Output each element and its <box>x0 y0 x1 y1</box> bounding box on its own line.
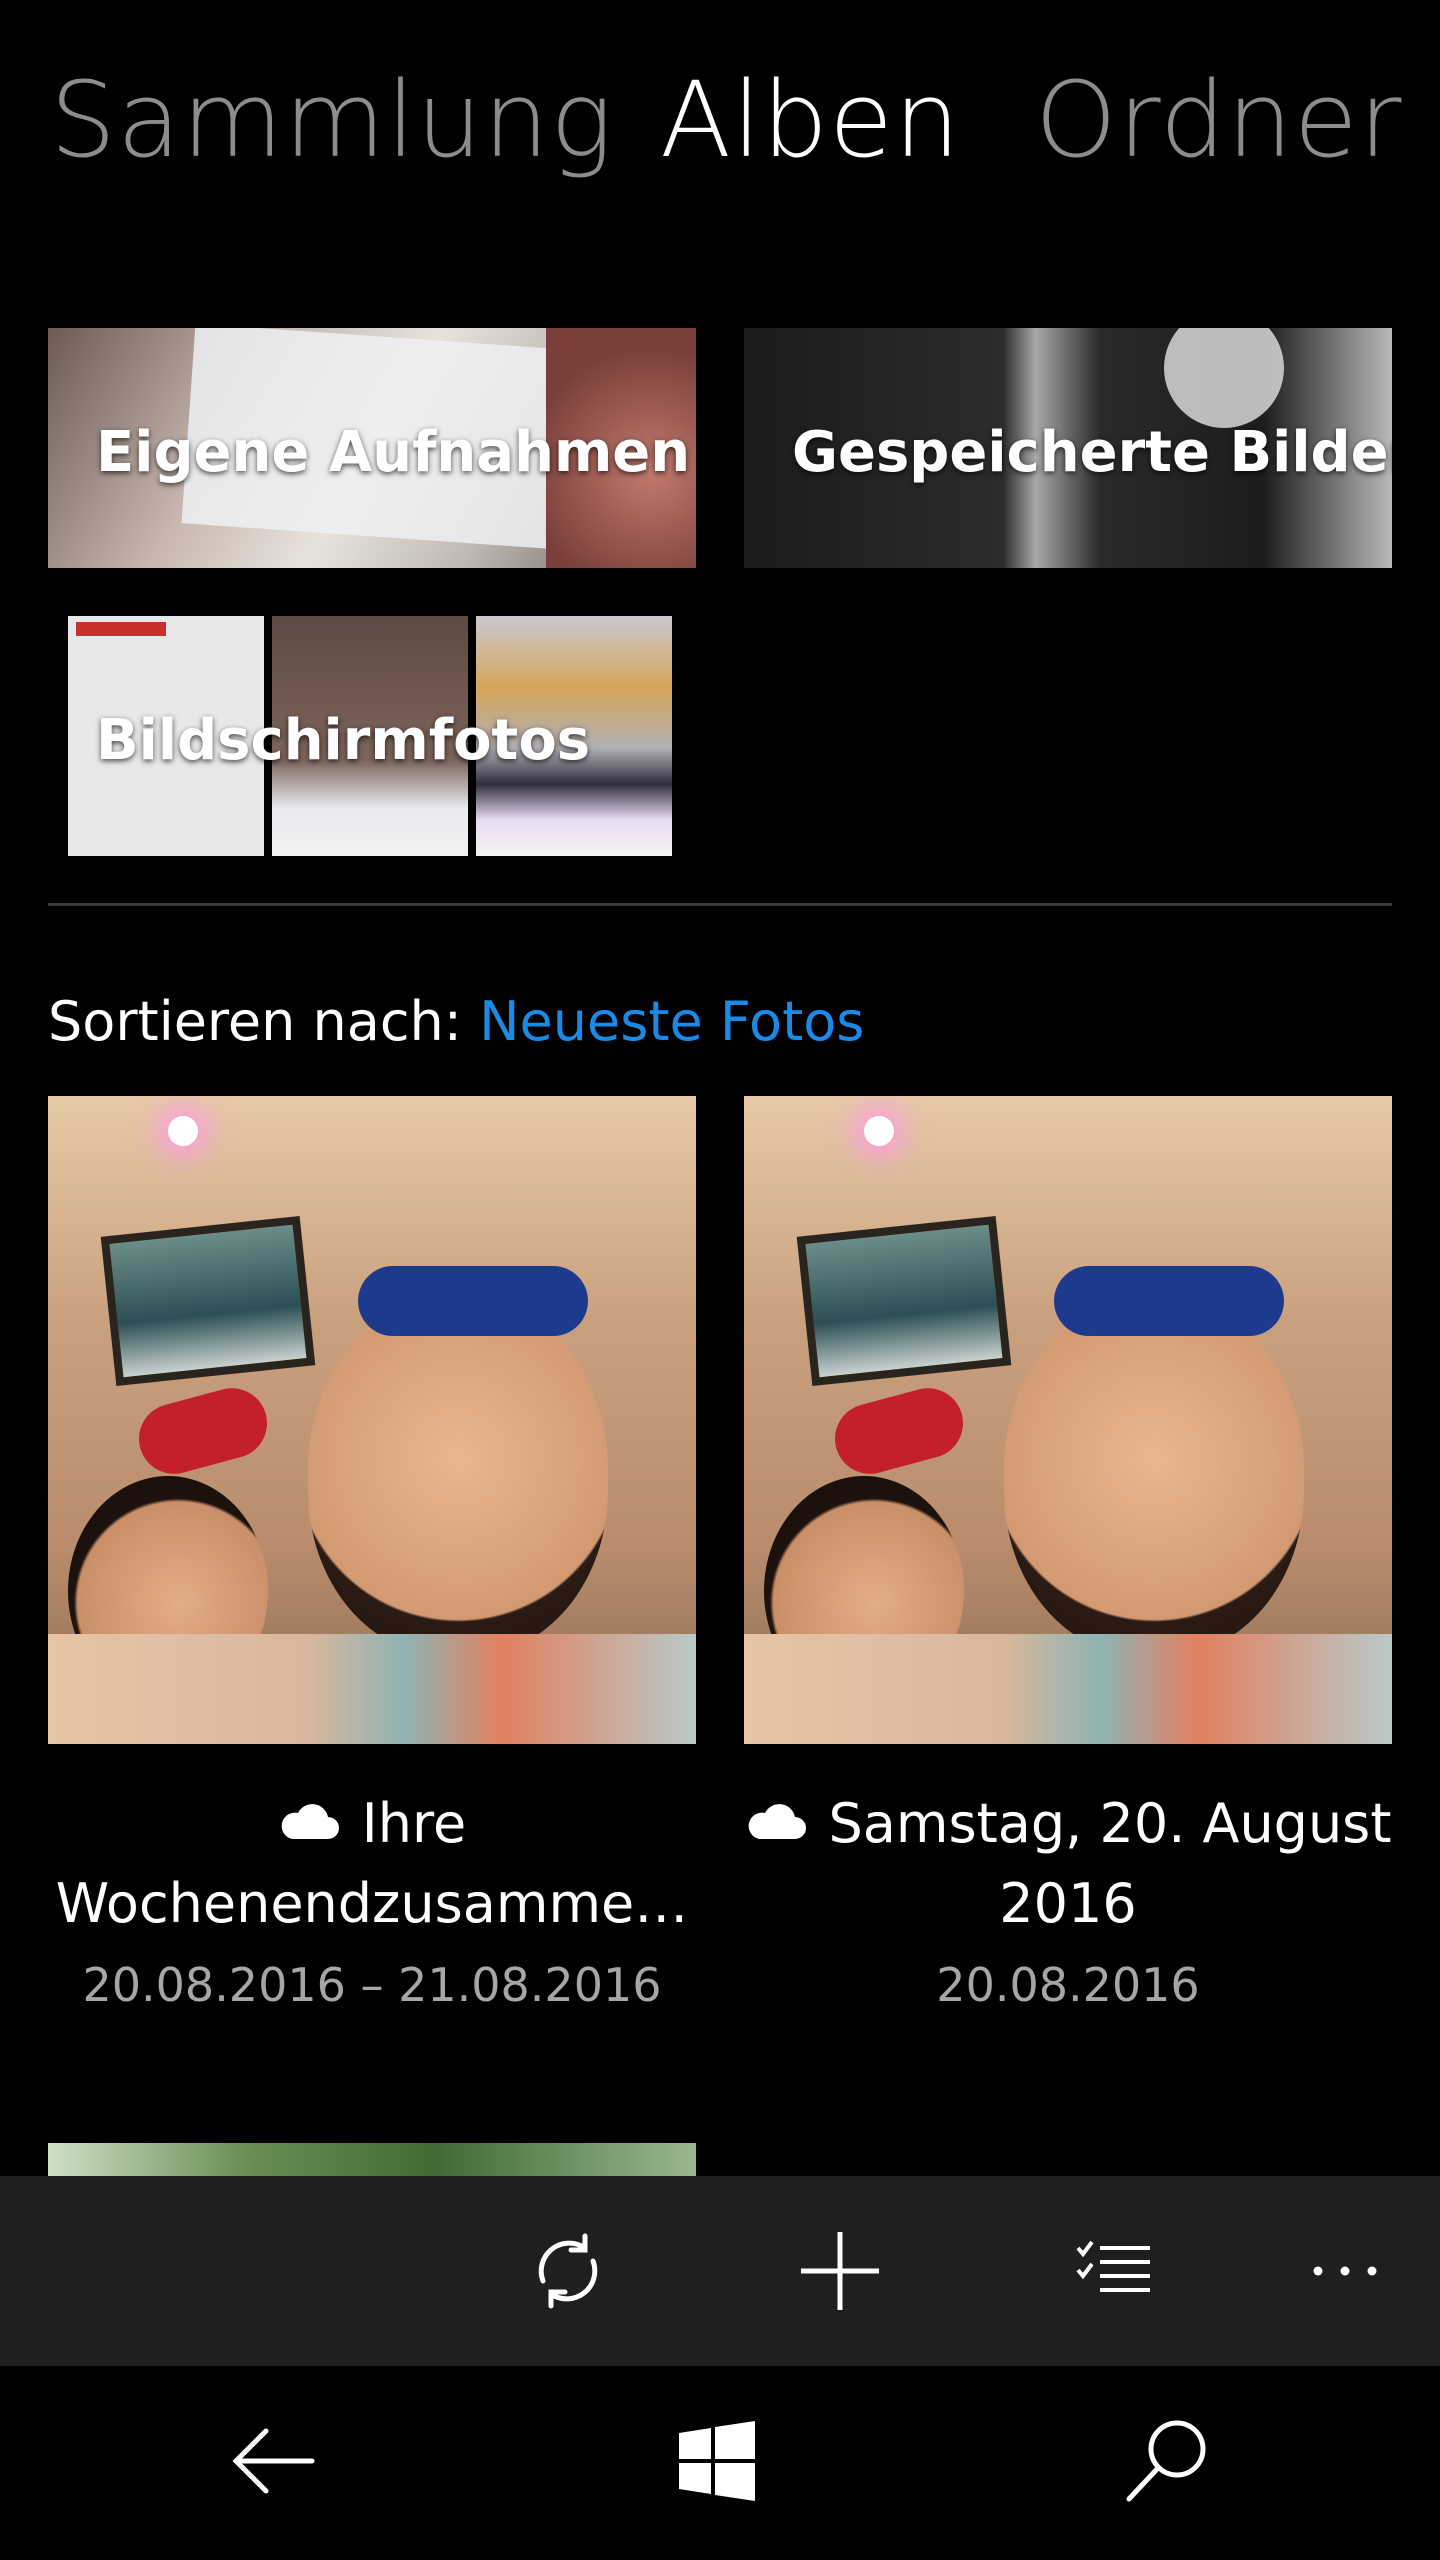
album-card-title: Ihre Wochenendzusamme… <box>48 1784 696 1944</box>
tab-sammlung[interactable]: Sammlung <box>50 55 614 185</box>
album-cover-photo <box>744 1096 1392 1744</box>
album-card[interactable]: Samstag, 20. August 2016 20.08.2016 <box>744 1096 1392 2020</box>
album-card-partial[interactable] <box>48 2143 696 2177</box>
select-list-icon <box>1076 2240 1150 2292</box>
photo-detail <box>168 1116 198 1146</box>
back-arrow-icon <box>232 2428 315 2494</box>
photo-detail <box>744 1634 1392 1744</box>
album-tile-gespeicherte-bilder[interactable]: Gespeicherte Bilder <box>744 328 1392 568</box>
plus-icon <box>801 2232 879 2310</box>
windows-start-icon <box>679 2421 755 2501</box>
album-card-date: 20.08.2016 – 21.08.2016 <box>82 1958 662 2012</box>
album-tile-label: Eigene Aufnahmen <box>96 420 691 485</box>
section-divider <box>48 903 1392 906</box>
album-tile-bildschirmfotos[interactable]: Bildschirmfotos <box>48 616 696 856</box>
sync-icon <box>538 2233 598 2309</box>
sync-button[interactable] <box>518 2221 618 2321</box>
app-bar <box>0 2176 1440 2366</box>
album-cover-photo <box>48 1096 696 1744</box>
album-card-title-text: Samstag, 20. August 2016 <box>828 1792 1392 1935</box>
photo-detail <box>796 1215 1012 1387</box>
album-tile-eigene-aufnahmen[interactable]: Eigene Aufnahmen <box>48 328 696 568</box>
photo-detail <box>827 1380 971 1482</box>
photo-detail <box>1004 1296 1304 1656</box>
select-button[interactable] <box>1063 2221 1163 2321</box>
album-tile-label: Bildschirmfotos <box>96 708 591 773</box>
album-tile-label: Gespeicherte Bilder <box>792 420 1392 485</box>
search-icon <box>1126 2420 1206 2502</box>
photo-detail <box>131 1380 275 1482</box>
photo-detail <box>864 1116 894 1146</box>
cloud-icon <box>748 1804 806 1840</box>
album-card-title: Samstag, 20. August 2016 <box>744 1784 1392 1944</box>
add-button[interactable] <box>790 2221 890 2321</box>
pivot-header: Sammlung Alben Ordner <box>0 0 1440 250</box>
back-button[interactable] <box>218 2406 328 2516</box>
album-card[interactable]: Ihre Wochenendzusamme… 20.08.2016 – 21.0… <box>48 1096 696 2020</box>
sort-row: Sortieren nach: Neueste Fotos <box>48 990 864 1053</box>
start-button[interactable] <box>662 2406 772 2516</box>
navigation-bar <box>0 2366 1440 2560</box>
album-card-date: 20.08.2016 <box>936 1958 1200 2012</box>
tab-alben[interactable]: Alben <box>660 55 961 185</box>
sort-dropdown[interactable]: Neueste Fotos <box>479 990 864 1053</box>
photo-detail <box>1054 1266 1284 1336</box>
photo-detail <box>100 1215 316 1387</box>
photo-detail <box>358 1266 588 1336</box>
more-icon <box>1313 2266 1377 2276</box>
tile-thumbnail <box>1164 328 1284 428</box>
sort-label: Sortieren nach: <box>48 990 462 1053</box>
search-button[interactable] <box>1112 2406 1222 2516</box>
thumbnail-detail <box>76 622 166 636</box>
tab-ordner[interactable]: Ordner <box>1035 55 1402 185</box>
photo-detail <box>48 1634 696 1744</box>
photo-detail <box>308 1296 608 1656</box>
album-card-title-text: Ihre Wochenendzusamme… <box>55 1792 689 1935</box>
more-button[interactable] <box>1295 2221 1395 2321</box>
cloud-icon <box>281 1804 339 1840</box>
